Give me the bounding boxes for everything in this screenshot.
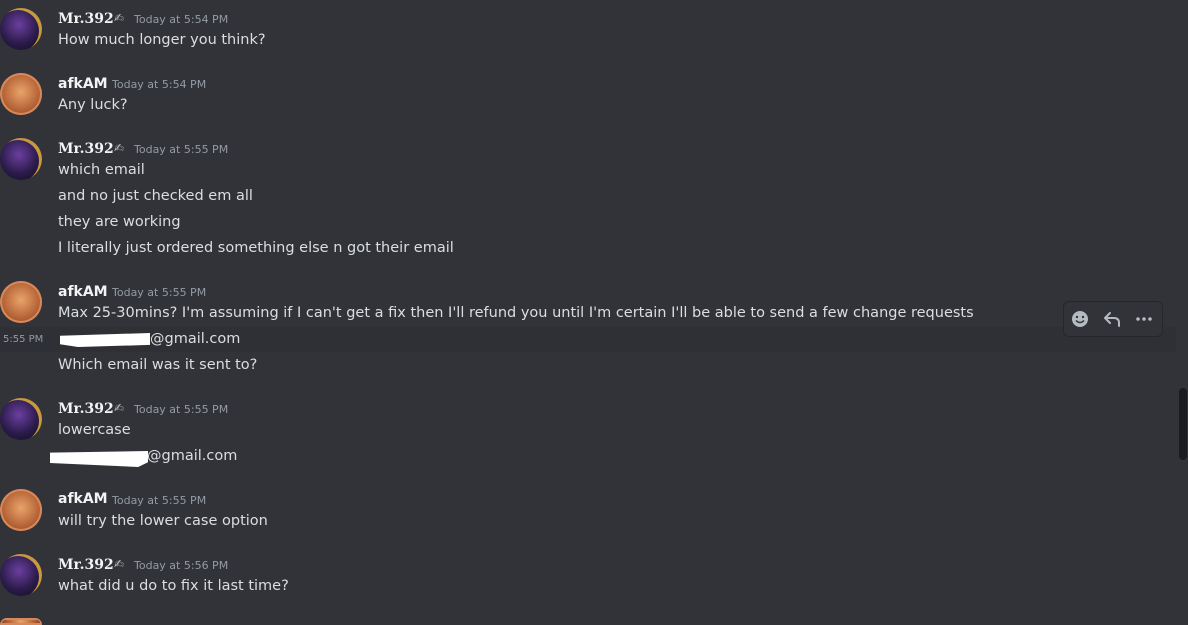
message-text: @gmail.com — [147, 448, 238, 464]
more-options-icon[interactable] — [1128, 303, 1160, 335]
pen-badge-icon: ✍ — [114, 141, 125, 155]
redaction-mark — [50, 451, 148, 467]
message-text: which email — [58, 162, 145, 178]
username[interactable]: Mr.392 — [58, 401, 114, 417]
avatar[interactable] — [0, 398, 42, 440]
message-timestamp[interactable]: Today at 5:55 PM — [134, 143, 228, 156]
username[interactable]: Mr.392 — [58, 557, 114, 573]
message-timestamp[interactable]: Today at 5:55 PM — [134, 403, 228, 416]
pen-badge-icon: ✍ — [114, 557, 125, 571]
message-text: lowercase — [58, 422, 131, 438]
hover-timestamp[interactable]: 5:55 PM — [3, 334, 43, 345]
message-text: they are working — [58, 214, 181, 230]
message-timestamp[interactable]: Today at 5:55 PM — [112, 494, 206, 507]
message-text: I literally just ordered something else … — [58, 240, 454, 256]
avatar[interactable] — [0, 618, 42, 625]
pen-badge-icon: ✍ — [114, 401, 125, 415]
message-timestamp[interactable]: Today at 5:54 PM — [112, 78, 206, 91]
username[interactable]: afkAM — [58, 76, 108, 92]
reply-icon[interactable] — [1096, 303, 1128, 335]
message-text: Max 25-30mins? I'm assuming if I can't g… — [58, 305, 974, 321]
avatar[interactable] — [0, 8, 42, 50]
avatar[interactable] — [0, 138, 42, 180]
username[interactable]: afkAM — [58, 284, 108, 300]
message-text: will try the lower case option — [58, 513, 268, 529]
message-text: and no just checked em all — [58, 188, 253, 204]
username[interactable]: Mr.392 — [58, 141, 114, 157]
scrollbar-thumb[interactable] — [1179, 388, 1187, 460]
message-timestamp[interactable]: Today at 5:56 PM — [134, 559, 228, 572]
add-reaction-icon[interactable] — [1064, 303, 1096, 335]
avatar[interactable] — [0, 73, 42, 115]
avatar[interactable] — [0, 281, 42, 323]
message-text: Which email was it sent to? — [58, 357, 258, 373]
message-timestamp[interactable]: Today at 5:54 PM — [134, 13, 228, 26]
message-text: @gmail.com — [150, 331, 241, 347]
message-text: How much longer you think? — [58, 32, 266, 48]
message-text: Any luck? — [58, 97, 128, 113]
username[interactable]: Mr.392 — [58, 11, 114, 27]
username[interactable]: afkAM — [58, 491, 108, 507]
message-timestamp[interactable]: Today at 5:55 PM — [112, 286, 206, 299]
message-action-toolbar — [1063, 301, 1163, 337]
avatar[interactable] — [0, 554, 42, 596]
pen-badge-icon: ✍ — [114, 11, 125, 25]
message-text: what did u do to fix it last time? — [58, 578, 289, 594]
avatar[interactable] — [0, 489, 42, 531]
